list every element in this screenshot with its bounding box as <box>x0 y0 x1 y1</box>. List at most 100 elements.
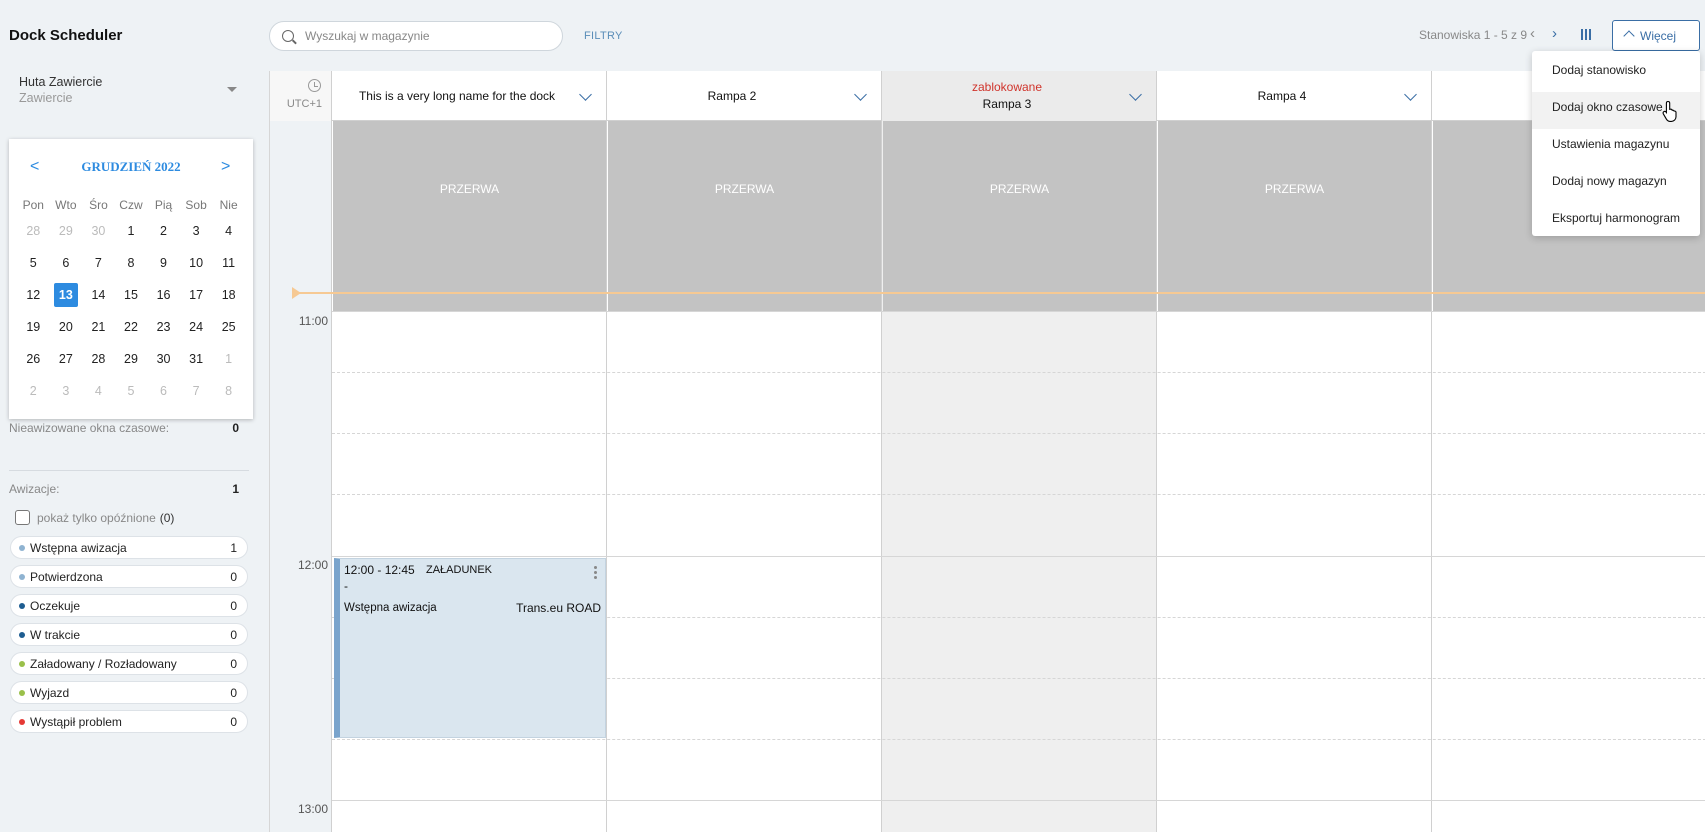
unadvised-windows-value: 0 <box>232 421 239 435</box>
calendar-day[interactable]: 24 <box>180 311 213 343</box>
status-filter-item[interactable]: Wyjazd 0 <box>10 681 248 704</box>
dock-column-header[interactable]: Rampa 4 <box>1157 71 1432 121</box>
status-count: 0 <box>230 628 237 642</box>
status-count: 0 <box>230 599 237 613</box>
calendar-day-number: 7 <box>94 256 102 270</box>
calendar-day[interactable]: 17 <box>180 279 213 311</box>
dock-column-header[interactable]: Rampa 2 <box>607 71 882 121</box>
calendar-day[interactable]: 28 <box>17 215 50 247</box>
calendar-day-number: 2 <box>160 224 167 238</box>
status-filter-item[interactable]: Wstępna awizacja 1 <box>10 536 248 559</box>
status-filter-item[interactable]: Oczekuje 0 <box>10 594 248 617</box>
calendar-day[interactable]: 23 <box>147 311 180 343</box>
next-page-button[interactable]: › <box>1552 25 1557 42</box>
more-button-label: Więcej <box>1640 28 1677 43</box>
current-time-line <box>292 292 1705 294</box>
calendar-day[interactable]: 4 <box>212 215 245 247</box>
calendar-day[interactable]: 3 <box>180 215 213 247</box>
unadvised-windows-stat: Nieawizowane okna czasowe: 0 <box>9 421 239 435</box>
blocked-label: zablokowane <box>971 80 1043 94</box>
calendar-day[interactable]: 30 <box>82 215 115 247</box>
calendar-day[interactable]: 29 <box>115 343 148 375</box>
event-status: Wstępna awizacja <box>344 602 437 614</box>
dock-header-row: UTC+1 This is a very long name for the d… <box>270 71 1705 121</box>
status-count: 0 <box>230 686 237 700</box>
calendar-day[interactable]: 5 <box>115 375 148 407</box>
calendar-day[interactable]: 7 <box>180 375 213 407</box>
calendar-day[interactable]: 29 <box>50 215 83 247</box>
calendar-day[interactable]: 18 <box>212 279 245 311</box>
only-late-checkbox[interactable] <box>15 510 30 525</box>
only-late-toggle[interactable]: pokaż tylko opóźnione (0) <box>15 510 174 525</box>
warehouse-selector[interactable]: Huta Zawiercie Zawiercie <box>19 75 241 107</box>
calendar-day[interactable]: 15 <box>115 279 148 311</box>
menu-item[interactable]: Ustawienia magazynu <box>1532 129 1700 166</box>
calendar-day[interactable]: 12 <box>17 279 50 311</box>
columns-icon[interactable] <box>1581 29 1591 40</box>
kebab-menu-icon[interactable] <box>594 566 597 581</box>
calendar-day[interactable]: 9 <box>147 247 180 279</box>
calendar-day-number: 6 <box>62 256 70 270</box>
calendar-day[interactable]: 26 <box>17 343 50 375</box>
calendar-day-today[interactable]: 13 <box>50 279 83 311</box>
calendar-day[interactable]: 21 <box>82 311 115 343</box>
status-label: Wystąpił problem <box>30 714 122 729</box>
calendar-day-number: 2 <box>29 384 37 398</box>
calendar-day[interactable]: 2 <box>17 375 50 407</box>
menu-item[interactable]: Dodaj stanowisko <box>1532 55 1700 92</box>
calendar-day[interactable]: 27 <box>50 343 83 375</box>
calendar-day-number: 3 <box>192 224 200 238</box>
calendar-day-number: 31 <box>189 352 204 366</box>
timezone-cell: UTC+1 <box>270 71 332 121</box>
calendar-day[interactable]: 11 <box>212 247 245 279</box>
dock-column-header[interactable]: This is a very long name for the dock <box>332 71 607 121</box>
status-filter-item[interactable]: Załadowany / Rozładowany 0 <box>10 652 248 675</box>
filters-button[interactable]: FILTRY <box>584 30 623 42</box>
calendar-day[interactable]: 20 <box>50 311 83 343</box>
calendar-day[interactable]: 7 <box>82 247 115 279</box>
event-time: 12:00 - 12:45 <box>344 563 415 577</box>
calendar-day-number: 29 <box>58 224 73 238</box>
calendar-day[interactable]: 8 <box>212 375 245 407</box>
calendar-day[interactable]: 8 <box>115 247 148 279</box>
status-filter-item[interactable]: W trakcie 0 <box>10 623 248 646</box>
more-button[interactable]: Więcej <box>1612 20 1700 51</box>
search-input[interactable] <box>305 28 545 44</box>
menu-item[interactable]: Dodaj nowy magazyn <box>1532 166 1700 203</box>
calendar-day[interactable]: 10 <box>180 247 213 279</box>
sidebar: Dock Scheduler Huta Zawiercie Zawiercie … <box>0 0 268 832</box>
calendar-day[interactable]: 3 <box>50 375 83 407</box>
calendar-next-button[interactable]: > <box>221 158 230 176</box>
status-dot-icon <box>19 573 25 580</box>
calendar-day[interactable]: 28 <box>82 343 115 375</box>
search-icon <box>282 30 294 42</box>
calendar-day[interactable]: 19 <box>17 311 50 343</box>
calendar-day[interactable]: 31 <box>180 343 213 375</box>
status-count: 1 <box>230 541 237 555</box>
status-filter-item[interactable]: Wystąpił problem 0 <box>10 710 248 733</box>
quarter-line <box>332 372 1705 373</box>
dock-name: Rampa 2 <box>707 89 757 103</box>
status-filter-item[interactable]: Potwierdzona 0 <box>10 565 248 588</box>
calendar-day[interactable]: 30 <box>147 343 180 375</box>
calendar-day[interactable]: 5 <box>17 247 50 279</box>
appointment-card[interactable]: 12:00 - 12:45 ZAŁADUNEK - Wstępna awizacja T… <box>334 558 606 738</box>
status-dot-icon <box>19 631 25 638</box>
calendar-day-number: 8 <box>127 256 135 270</box>
dock-column-header[interactable]: zablokowane Rampa 3 <box>882 71 1157 121</box>
calendar-day[interactable]: 4 <box>82 375 115 407</box>
calendar-day[interactable]: 6 <box>50 247 83 279</box>
calendar-day[interactable]: 14 <box>82 279 115 311</box>
calendar-day[interactable]: 2 <box>147 215 180 247</box>
calendar-day[interactable]: 16 <box>147 279 180 311</box>
calendar-day[interactable]: 22 <box>115 311 148 343</box>
menu-item[interactable]: Eksportuj harmonogram <box>1532 203 1700 240</box>
calendar-day[interactable]: 6 <box>147 375 180 407</box>
prev-page-button[interactable]: ‹ <box>1530 25 1535 42</box>
status-dot-icon <box>19 544 25 551</box>
calendar-day[interactable]: 25 <box>212 311 245 343</box>
calendar-day[interactable]: 1 <box>212 343 245 375</box>
calendar-day[interactable]: 1 <box>115 215 148 247</box>
search-box[interactable] <box>269 21 563 51</box>
weekday-header: Wto <box>55 198 77 212</box>
